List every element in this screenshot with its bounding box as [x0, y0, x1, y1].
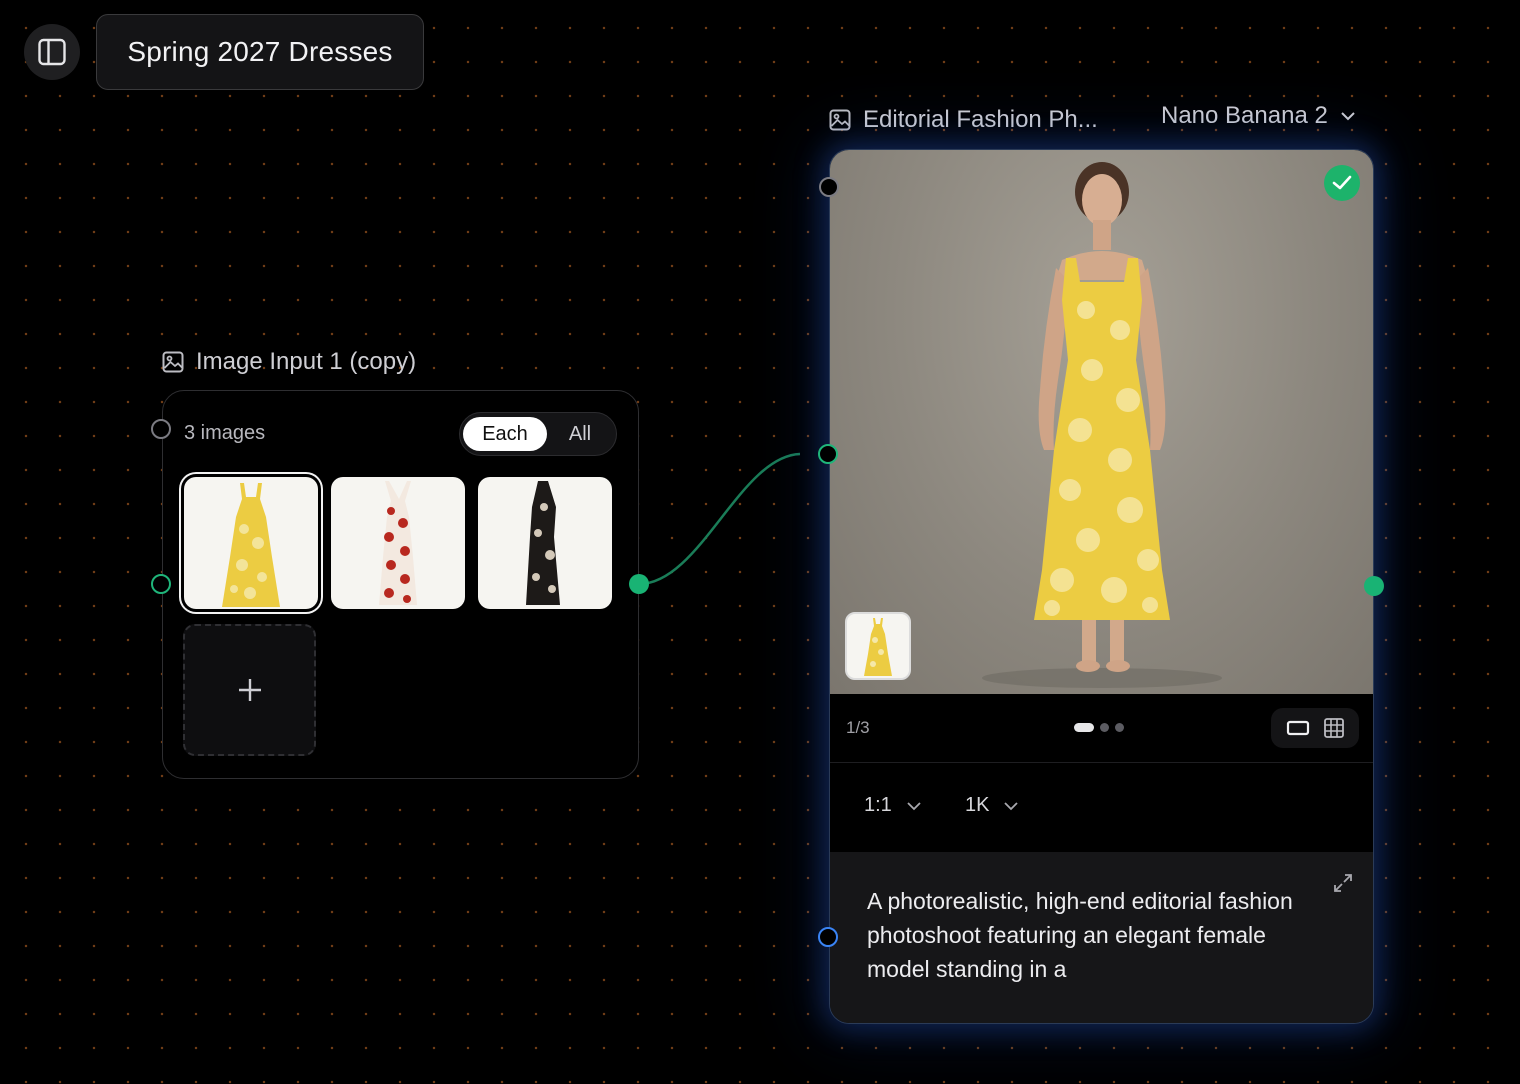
chevron-down-icon — [907, 801, 921, 810]
resolution-select[interactable]: 1K — [965, 794, 1019, 817]
input-node-header[interactable]: Image Input 1 (copy) — [162, 348, 416, 376]
add-image-button[interactable] — [183, 624, 316, 756]
gen-node-image-input-port[interactable] — [818, 444, 838, 464]
mode-toggle: Each All — [459, 412, 617, 456]
carousel-dot[interactable] — [1074, 723, 1094, 732]
input-node-left-port[interactable] — [151, 574, 171, 594]
carousel-dot[interactable] — [1100, 723, 1109, 732]
chevron-down-icon — [1341, 112, 1355, 121]
image-generator-node[interactable]: 1/3 1:1 1K A photorealistic, high-end ed… — [829, 149, 1374, 1024]
check-icon — [1332, 175, 1352, 190]
aspect-ratio-value: 1:1 — [864, 794, 892, 816]
image-count-label: 3 images — [184, 422, 266, 444]
connection-edge — [638, 452, 801, 586]
gen-node-output-port[interactable] — [1364, 576, 1384, 596]
gen-node-title: Editorial Fashion Ph... — [863, 106, 1098, 133]
fashion-model-figure — [982, 162, 1222, 688]
view-mode-toggle — [1271, 708, 1359, 748]
reference-image-thumb[interactable] — [845, 612, 911, 680]
chevron-down-icon — [1004, 801, 1019, 810]
expand-icon[interactable] — [1332, 872, 1354, 894]
plus-icon — [238, 679, 261, 701]
carousel-dot[interactable] — [1115, 723, 1124, 732]
model-label: Nano Banana 2 — [1161, 102, 1328, 129]
model-select[interactable]: Nano Banana 2 — [1161, 102, 1356, 130]
yellow-dress-image — [864, 618, 892, 676]
input-image-thumb[interactable] — [331, 477, 465, 609]
mode-all-button[interactable]: All — [547, 417, 613, 451]
project-title[interactable]: Spring 2027 Dresses — [96, 14, 424, 90]
yellow-dress-image — [222, 483, 280, 607]
image-icon — [829, 109, 851, 131]
red-dress-image — [379, 481, 417, 605]
carousel-dots — [1074, 723, 1124, 732]
sidebar-toggle-button[interactable] — [24, 24, 80, 80]
input-node-output-port[interactable] — [629, 574, 649, 594]
black-dress-image — [526, 481, 560, 605]
gen-node-top-port[interactable] — [819, 177, 839, 197]
input-node-top-port[interactable] — [151, 419, 171, 439]
single-view-icon[interactable] — [1286, 719, 1310, 737]
resolution-value: 1K — [965, 794, 990, 816]
gen-node-header[interactable]: Editorial Fashion Ph... — [829, 106, 1098, 134]
input-image-thumb[interactable] — [184, 477, 318, 609]
sidebar-icon — [38, 38, 66, 66]
mode-each-button[interactable]: Each — [463, 417, 547, 451]
image-icon — [162, 351, 184, 373]
status-complete-badge — [1324, 165, 1360, 201]
grid-view-icon[interactable] — [1323, 717, 1345, 739]
aspect-ratio-select[interactable]: 1:1 — [864, 794, 922, 817]
input-node-title: Image Input 1 (copy) — [196, 348, 417, 375]
page-indicator: 1/3 — [846, 718, 870, 737]
generated-image[interactable] — [830, 150, 1373, 694]
prompt-text[interactable]: A photorealistic, high-end editorial fas… — [867, 884, 1297, 986]
input-image-thumb[interactable] — [478, 477, 612, 609]
gen-node-prompt-port[interactable] — [818, 927, 838, 947]
